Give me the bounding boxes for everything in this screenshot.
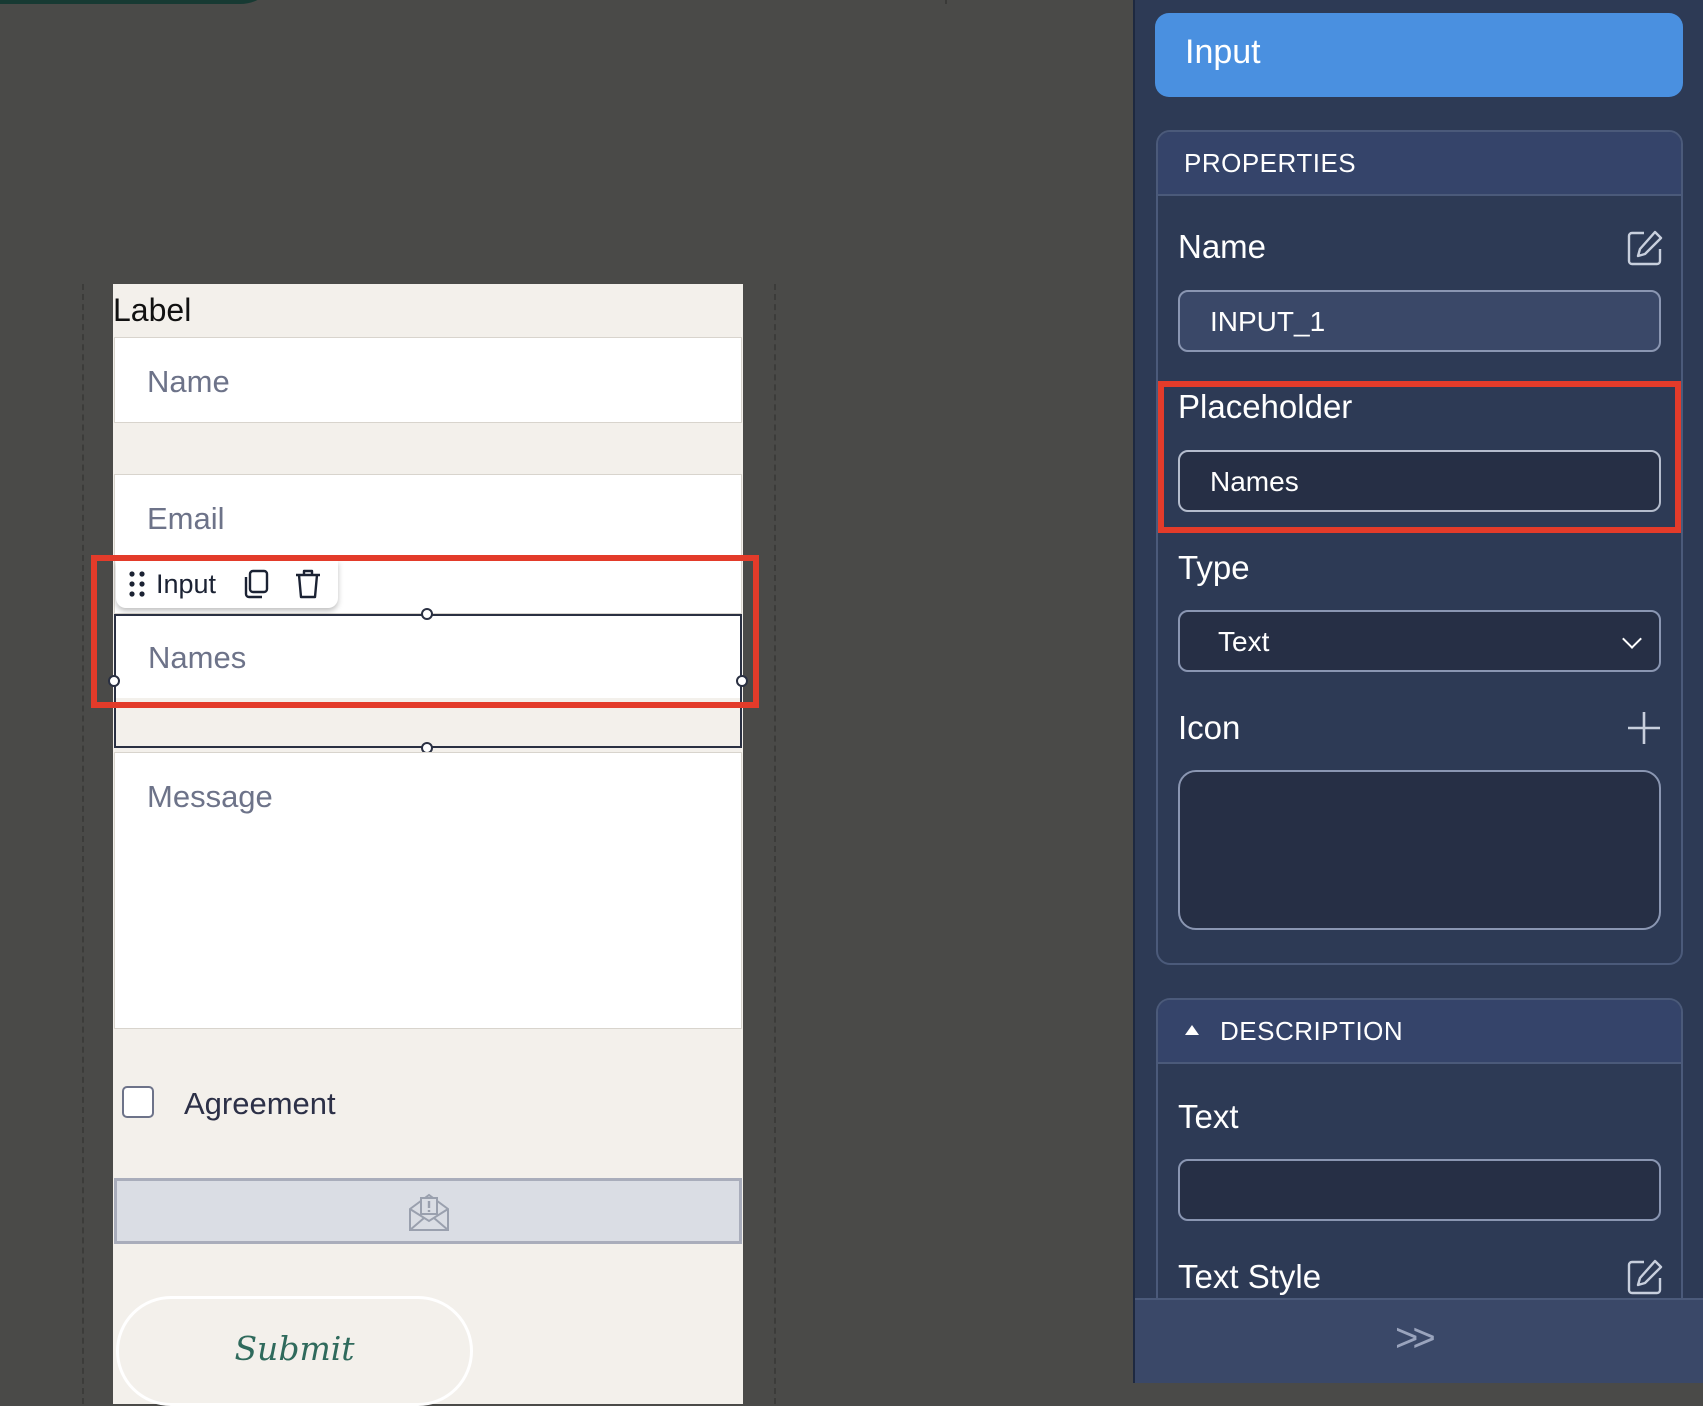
- form-label: Label: [113, 292, 192, 328]
- text-style-label: Text Style: [1178, 1258, 1322, 1295]
- submit-button[interactable]: Submit: [116, 1296, 473, 1406]
- description-section-header[interactable]: DESCRIPTION: [1158, 1000, 1681, 1064]
- description-section-title: DESCRIPTION: [1220, 1016, 1404, 1046]
- type-select-value: Text: [1218, 626, 1270, 657]
- upload-area[interactable]: [114, 1178, 742, 1244]
- name-label: Name: [1178, 228, 1267, 265]
- properties-section-title: PROPERTIES: [1184, 148, 1357, 178]
- canvas-guide-left: [82, 284, 84, 1404]
- canvas-tick: [945, 0, 947, 4]
- name-input-placeholder: Name: [147, 364, 230, 399]
- chevron-down-icon: [1622, 629, 1642, 649]
- canvas-guide-right: [774, 284, 776, 1404]
- edit-name-icon[interactable]: [1626, 229, 1664, 267]
- properties-section-header[interactable]: PROPERTIES: [1158, 132, 1681, 196]
- message-textarea-placeholder: Message: [147, 779, 273, 814]
- message-textarea[interactable]: Message: [114, 752, 742, 1029]
- collapse-panel-bar[interactable]: >>: [1135, 1298, 1703, 1383]
- name-field-value: INPUT_1: [1210, 306, 1326, 337]
- type-select[interactable]: Text: [1178, 610, 1661, 672]
- caret-up-icon: [1185, 1025, 1199, 1035]
- edit-text-style-icon[interactable]: [1626, 1258, 1664, 1296]
- name-input[interactable]: Name: [114, 337, 742, 423]
- add-icon-plus-icon[interactable]: [1626, 710, 1662, 746]
- agreement-checkbox[interactable]: [122, 1086, 154, 1118]
- email-input-placeholder: Email: [147, 501, 225, 536]
- name-field[interactable]: INPUT_1: [1178, 290, 1661, 352]
- panel-title: Input: [1185, 33, 1261, 71]
- canvas-top-element: [0, 0, 280, 4]
- icon-picker-area[interactable]: [1178, 770, 1661, 930]
- description-text-label: Text: [1178, 1098, 1239, 1135]
- collapse-panel-icon[interactable]: >>: [1395, 1316, 1436, 1361]
- description-text-field[interactable]: [1178, 1159, 1661, 1221]
- panel-title-bar: Input: [1155, 13, 1683, 97]
- highlight-box-canvas: [91, 555, 759, 708]
- highlight-box-placeholder: [1158, 381, 1681, 533]
- type-label: Type: [1178, 549, 1250, 586]
- submit-button-label: Submit: [234, 1329, 355, 1368]
- mail-alert-icon: [409, 1193, 449, 1231]
- icon-label: Icon: [1178, 709, 1241, 746]
- agreement-label: Agreement: [184, 1086, 336, 1121]
